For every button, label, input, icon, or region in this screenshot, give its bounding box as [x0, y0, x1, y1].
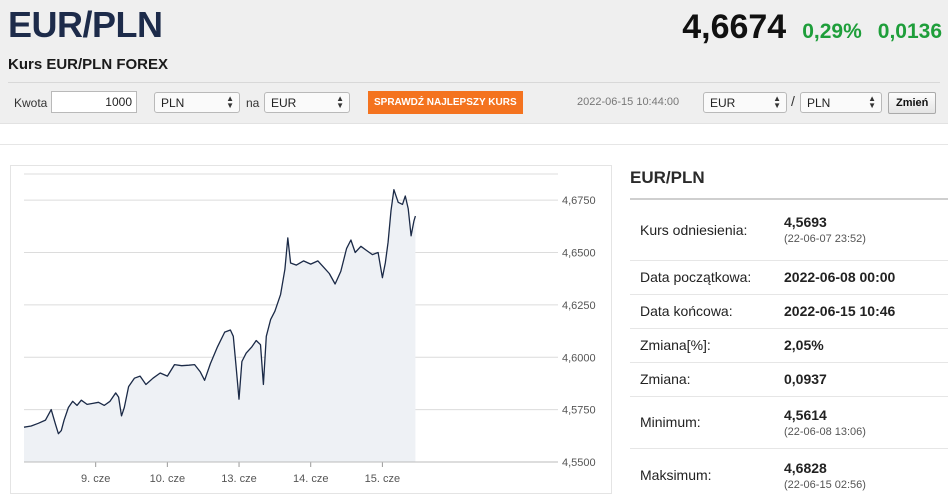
stats-row: Data końcowa: 2022-06-15 10:46	[630, 294, 948, 329]
select-arrows-icon: ▲ ▼	[773, 94, 781, 110]
change-absolute: 0,0136	[877, 20, 942, 43]
swap-pair-button[interactable]: Zmień	[888, 92, 937, 114]
price-chart: 4,5500 4,5750 4,6000 4,6250 4,6500 4,6750 9. c…	[10, 165, 612, 494]
stats-label: Kurs odniesienia:	[630, 200, 784, 261]
change-percent: 0,29%	[802, 20, 862, 43]
quote-timestamp: 2022-06-15 10:44:00	[577, 96, 680, 108]
currency-converter: Kwota 1000 PLN ▲ ▼ na EUR ▲ ▼ SPRAWDŹ NAJL…	[0, 90, 948, 118]
y-tick-label: 4,5500	[562, 457, 596, 469]
to-currency-select[interactable]: EUR ▲ ▼	[264, 92, 350, 113]
amount-input[interactable]: 1000	[51, 91, 137, 113]
header-divider	[8, 82, 940, 83]
stats-table: Kurs odniesienia: 4,5693 (22-06-07 23:52) D…	[630, 200, 948, 494]
series-area	[24, 189, 416, 462]
stats-value-main: 4,6828	[784, 459, 827, 476]
to-currency-value: EUR	[271, 96, 297, 110]
y-tick-label: 4,6000	[562, 352, 596, 364]
x-tick-label: 9. cze	[81, 473, 110, 485]
stats-value: 2,05%	[784, 328, 948, 363]
stats-row: Minimum: 4,5614 (22-06-08 13:06)	[630, 396, 948, 449]
stats-value-main: 2022-06-15 10:46	[784, 303, 896, 319]
pair-separator: /	[791, 93, 795, 109]
stats-label: Zmiana:	[630, 362, 784, 397]
stats-value-main: 4,5693	[784, 214, 827, 231]
to-label: na	[246, 96, 260, 110]
stats-row: Data początkowa: 2022-06-08 00:00	[630, 260, 948, 295]
section-divider	[0, 144, 948, 145]
stats-value: 2022-06-15 10:46	[784, 294, 948, 329]
stats-value: 4,5614 (22-06-08 13:06)	[784, 396, 948, 449]
stats-label: Zmiana[%]:	[630, 328, 784, 363]
y-tick-label: 4,5750	[562, 405, 596, 417]
quote-summary: 4,6674 0,29% 0,0136	[682, 8, 942, 47]
select-arrows-icon: ▲ ▼	[868, 94, 876, 110]
pair-base-value: EUR	[710, 96, 736, 110]
stats-value-timestamp: (22-06-15 02:56)	[784, 478, 866, 491]
quote-header: EUR/PLN Kurs EUR/PLN FOREX 4,6674 0,29% …	[0, 0, 948, 124]
select-arrows-icon: ▲ ▼	[336, 94, 344, 110]
stats-row: Maksimum: 4,6828 (22-06-15 02:56)	[630, 448, 948, 494]
stats-label: Data początkowa:	[630, 260, 784, 295]
x-tick-label: 10. cze	[150, 473, 185, 485]
pair-base-select[interactable]: EUR ▲ ▼	[703, 92, 787, 113]
stats-value-main: 0,0937	[784, 371, 827, 387]
check-best-rate-button[interactable]: SPRAWDŹ NAJLEPSZY KURS	[368, 91, 523, 114]
y-tick-label: 4,6250	[562, 300, 596, 312]
pair-subtitle: Kurs EUR/PLN FOREX	[8, 56, 169, 73]
stats-row: Zmiana[%]: 2,05%	[630, 328, 948, 363]
stats-label: Maksimum:	[630, 448, 784, 494]
stats-value-main: 2,05%	[784, 337, 824, 353]
stats-value: 0,0937	[784, 362, 948, 397]
from-currency-value: PLN	[161, 96, 185, 110]
pair-title: EUR/PLN	[8, 4, 163, 45]
page-root: EUR/PLN Kurs EUR/PLN FOREX 4,6674 0,29% …	[0, 0, 948, 494]
stats-value-main: 4,5614	[784, 406, 827, 423]
stats-panel: EUR/PLN Kurs odniesienia: 4,5693 (22-06-07…	[630, 160, 948, 494]
stats-title: EUR/PLN	[630, 160, 948, 200]
stats-row: Kurs odniesienia: 4,5693 (22-06-07 23:52)	[630, 200, 948, 261]
current-price: 4,6674	[682, 8, 787, 46]
select-arrows-icon: ▲ ▼	[226, 94, 234, 110]
stats-label: Data końcowa:	[630, 294, 784, 329]
pair-quote-select[interactable]: PLN ▲ ▼	[800, 92, 882, 113]
from-currency-select[interactable]: PLN ▲ ▼	[154, 92, 240, 113]
amount-label: Kwota	[14, 96, 48, 110]
y-tick-label: 4,6750	[562, 195, 596, 207]
stats-value: 4,6828 (22-06-15 02:56)	[784, 448, 948, 494]
stats-value-timestamp: (22-06-07 23:52)	[784, 233, 866, 246]
x-tick-label: 14. cze	[293, 473, 328, 485]
stats-value: 4,5693 (22-06-07 23:52)	[784, 200, 948, 261]
stats-value-timestamp: (22-06-08 13:06)	[784, 425, 866, 438]
stats-value: 2022-06-08 00:00	[784, 260, 948, 295]
x-tick-label: 13. cze	[221, 473, 256, 485]
y-tick-label: 4,6500	[562, 248, 596, 260]
x-tick-label: 15. cze	[365, 473, 400, 485]
stats-row: Zmiana: 0,0937	[630, 362, 948, 397]
stats-label: Minimum:	[630, 396, 784, 449]
pair-quote-value: PLN	[807, 96, 831, 110]
stats-value-main: 2022-06-08 00:00	[784, 269, 896, 285]
chart-svg: 4,5500 4,5750 4,6000 4,6250 4,6500 4,6750 9. c…	[23, 173, 596, 485]
